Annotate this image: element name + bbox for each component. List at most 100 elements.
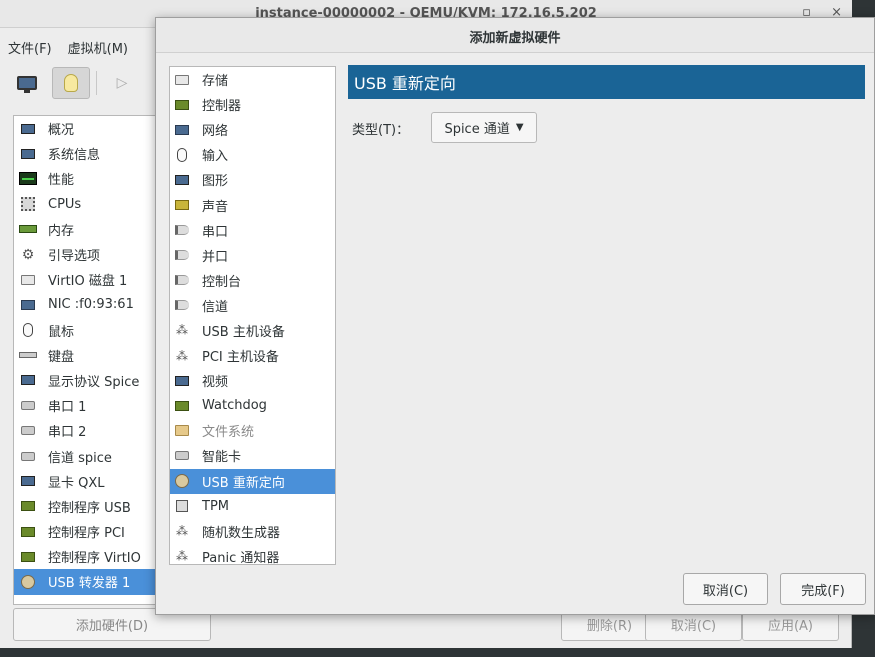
hardware-list-item[interactable]: 概况 xyxy=(14,116,162,141)
category-item[interactable]: ⁂ USB 主机设备 xyxy=(170,318,335,343)
hardware-list-item[interactable]: 显卡 QXL xyxy=(14,469,162,494)
category-item[interactable]: 网络 xyxy=(170,117,335,142)
hardware-list-item[interactable]: 系统信息 xyxy=(14,141,162,166)
hardware-item-label: 引导选项 xyxy=(48,249,101,265)
category-item[interactable]: ⁂ 随机数生成器 xyxy=(170,519,335,544)
hardware-item-label: 控制程序 VirtIO xyxy=(48,551,141,567)
serial-icon xyxy=(21,401,35,411)
hardware-item-icon-wrap xyxy=(18,574,38,590)
menu-file[interactable]: 文件(F) xyxy=(0,32,60,57)
hardware-list-item[interactable]: USB 转发器 1 xyxy=(14,569,162,595)
controller-icon xyxy=(175,400,189,411)
hardware-list-item[interactable]: 显示协议 Spice xyxy=(14,368,162,393)
usb-tree-icon: ⁂ xyxy=(176,549,188,564)
hardware-item-icon-wrap xyxy=(18,221,38,237)
hardware-list-item[interactable]: 鼠标 xyxy=(14,318,162,343)
hardware-item-icon-wrap xyxy=(18,272,38,288)
type-label: 类型(T)： xyxy=(352,123,410,138)
hardware-item-label: CPUs xyxy=(48,196,82,212)
category-label: 串口 xyxy=(202,224,229,240)
hardware-item-label: VirtIO 磁盘 1 xyxy=(48,274,128,290)
category-label: 随机数生成器 xyxy=(202,525,281,541)
hardware-list-item[interactable]: ⚙ 引导选项 xyxy=(14,242,162,267)
category-label: USB 主机设备 xyxy=(202,324,285,340)
folder-icon xyxy=(175,425,189,437)
monitor-icon xyxy=(21,375,35,386)
category-item[interactable]: 图形 xyxy=(170,167,335,192)
add-hardware-dialog: 添加新虚拟硬件 存储 控制器 网络 输入 图形 声音 串口 并口 控制台 信道 ⁂ USB 主机设备 ⁂… xyxy=(155,17,875,615)
monitor-icon xyxy=(21,476,35,487)
hardware-list-item[interactable]: CPUs xyxy=(14,192,162,217)
toolbar: ▷ xyxy=(8,66,147,100)
category-item[interactable]: 声音 xyxy=(170,192,335,217)
hardware-list-item[interactable]: 控制程序 USB xyxy=(14,494,162,519)
hardware-item-icon-wrap xyxy=(18,524,38,540)
run-button[interactable]: ▷ xyxy=(103,67,141,99)
category-label: 智能卡 xyxy=(202,450,242,466)
menu-vm[interactable]: 虚拟机(M) xyxy=(60,32,136,57)
category-icon-wrap xyxy=(174,123,190,137)
details-button[interactable] xyxy=(52,67,90,99)
category-icon-wrap: ⁂ xyxy=(174,349,190,363)
category-icon-wrap xyxy=(174,499,190,513)
usb-tree-icon: ⁂ xyxy=(176,348,188,363)
category-label: 控制器 xyxy=(202,99,242,115)
network-icon xyxy=(21,299,35,310)
category-item[interactable]: 控制器 xyxy=(170,92,335,117)
chip-icon xyxy=(176,500,188,513)
controller-icon xyxy=(175,99,189,110)
hardware-list-item[interactable]: 内存 xyxy=(14,217,162,242)
monitor-icon xyxy=(21,123,35,134)
category-item[interactable]: Watchdog xyxy=(170,393,335,418)
category-item[interactable]: 控制台 xyxy=(170,268,335,293)
category-label: 存储 xyxy=(202,74,229,90)
category-label: 网络 xyxy=(202,124,229,140)
hardware-item-icon-wrap xyxy=(18,322,38,338)
category-item[interactable]: 串口 xyxy=(170,218,335,243)
plug-icon xyxy=(175,250,189,261)
lightbulb-icon xyxy=(64,74,78,92)
type-dropdown[interactable]: Spice 通道 ▼ xyxy=(431,112,537,143)
hardware-item-icon-wrap xyxy=(18,196,38,212)
smartcard-icon xyxy=(175,451,189,461)
category-icon-wrap xyxy=(174,173,190,187)
category-item[interactable]: USB 重新定向 xyxy=(170,468,335,494)
category-label: Panic 通知器 xyxy=(202,550,280,566)
disk-icon xyxy=(175,74,189,85)
category-item[interactable]: ⁂ PCI 主机设备 xyxy=(170,343,335,368)
category-icon-wrap xyxy=(174,98,190,112)
toolbar-separator xyxy=(96,71,97,95)
category-item[interactable]: 视频 xyxy=(170,368,335,393)
category-icon-wrap xyxy=(174,223,190,237)
hardware-item-icon-wrap: ⚙ xyxy=(18,247,38,263)
finish-button[interactable]: 完成(F) xyxy=(780,573,866,605)
hardware-item-icon-wrap xyxy=(18,171,38,187)
hardware-list-item[interactable]: 键盘 xyxy=(14,343,162,368)
cancel-button[interactable]: 取消(C) xyxy=(683,573,768,605)
category-item[interactable]: TPM xyxy=(170,494,335,519)
hardware-item-icon-wrap xyxy=(18,423,38,439)
category-item[interactable]: 并口 xyxy=(170,243,335,268)
category-item[interactable]: 智能卡 xyxy=(170,443,335,468)
monitor-icon xyxy=(175,375,189,386)
category-item[interactable]: 信道 xyxy=(170,293,335,318)
category-item[interactable]: 存储 xyxy=(170,67,335,92)
hardware-list-item[interactable]: 性能 xyxy=(14,166,162,191)
hardware-list-item[interactable]: 控制程序 VirtIO xyxy=(14,544,162,569)
hardware-item-label: 串口 2 xyxy=(48,425,87,441)
hardware-list-item[interactable]: 信道 spice xyxy=(14,443,162,468)
hardware-list-item[interactable]: 串口 2 xyxy=(14,418,162,443)
hardware-list-item[interactable]: 控制程序 PCI xyxy=(14,519,162,544)
category-item[interactable]: 输入 xyxy=(170,142,335,167)
hardware-list-item[interactable]: VirtIO 磁盘 1 xyxy=(14,267,162,292)
hardware-item-icon-wrap xyxy=(18,398,38,414)
category-label: 图形 xyxy=(202,174,229,190)
category-item[interactable]: ⁂ Panic 通知器 xyxy=(170,544,335,569)
hardware-item-label: 性能 xyxy=(48,173,75,189)
hardware-item-icon-wrap xyxy=(18,473,38,489)
hardware-list-item[interactable]: NIC :f0:93:61 xyxy=(14,292,162,317)
console-button[interactable] xyxy=(8,67,46,99)
category-icon-wrap xyxy=(174,399,190,413)
category-icon-wrap xyxy=(174,248,190,262)
hardware-list-item[interactable]: 串口 1 xyxy=(14,393,162,418)
